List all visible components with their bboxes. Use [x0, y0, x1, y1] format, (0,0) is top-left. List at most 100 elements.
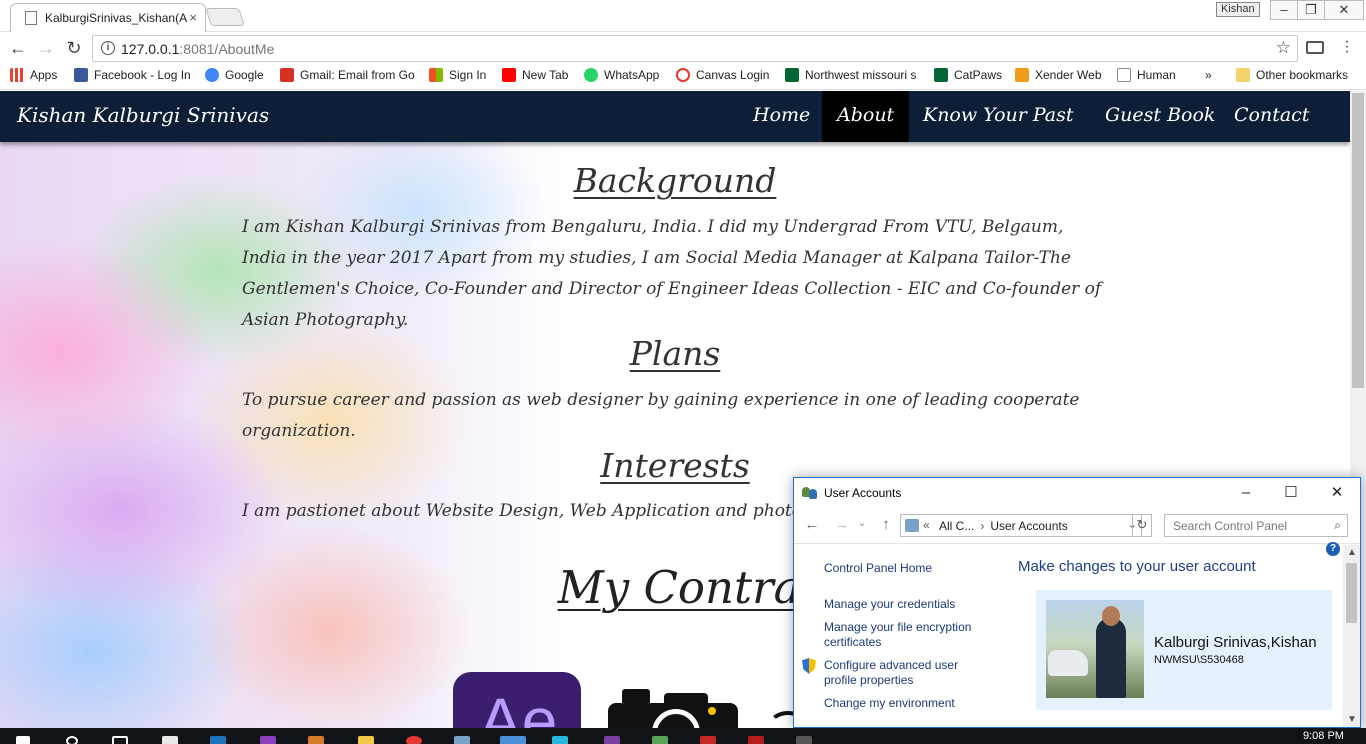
address-bar[interactable]: i 127.0.0.1:8081/AboutMe ☆	[92, 35, 1298, 62]
ua-forward-icon[interactable]: →	[832, 516, 852, 533]
profile-button[interactable]: Kishan	[1216, 2, 1260, 17]
app-icon[interactable]	[796, 736, 812, 744]
bookmark-facebook[interactable]: Facebook - Log In	[74, 68, 191, 82]
search-icon[interactable]	[66, 736, 78, 744]
ua-breadcrumb[interactable]: « All C... › User Accounts ⌄	[900, 514, 1142, 537]
ua-titlebar[interactable]: User Accounts – ☐ ✕	[794, 478, 1360, 508]
account-name: Kalburgi Srinivas,Kishan	[1154, 634, 1317, 651]
task-view-icon[interactable]	[112, 736, 128, 744]
back-icon[interactable]: ←	[6, 36, 30, 60]
restore-icon[interactable]: ❐	[1297, 0, 1325, 20]
nav-contact[interactable]: Contact	[1219, 91, 1324, 142]
ua-history-icon[interactable]: ⌄	[852, 516, 872, 529]
browser-tab[interactable]: KalburgiSrinivas_Kishan(A ×	[10, 3, 206, 32]
bookmark-whatsapp[interactable]: WhatsApp	[584, 68, 659, 82]
reload-icon[interactable]: ↻	[62, 36, 86, 60]
account-domain: NWMSU\S530468	[1154, 654, 1244, 666]
ua-minimize-icon[interactable]: –	[1231, 482, 1261, 504]
bookmark-google[interactable]: Google	[205, 68, 264, 82]
scroll-up-icon[interactable]: ▲	[1347, 547, 1357, 558]
bookmark-new-tab[interactable]: New Tab	[502, 68, 568, 82]
ua-maximize-icon[interactable]: ☐	[1276, 482, 1306, 504]
app-icon[interactable]	[210, 736, 226, 744]
app-icon[interactable]	[552, 736, 568, 744]
cast-icon[interactable]	[1306, 41, 1324, 54]
shield-icon	[802, 658, 816, 674]
nav-know-your-past[interactable]: Know Your Past	[908, 91, 1089, 142]
help-icon[interactable]: ?	[1326, 542, 1340, 556]
link-change-environment[interactable]: Change my environment	[824, 696, 984, 711]
ua-close-icon[interactable]: ✕	[1322, 482, 1352, 504]
taskbar-clock[interactable]: 9:08 PM	[1303, 730, 1344, 742]
new-tab-button[interactable]	[205, 8, 245, 26]
link-file-encryption[interactable]: Manage your file encryption certificates	[824, 620, 984, 650]
bookmark-catpaws[interactable]: CatPaws	[934, 68, 1002, 82]
catpaws-icon	[934, 68, 948, 82]
windows-start-icon[interactable]	[16, 736, 30, 744]
tab-title: KalburgiSrinivas_Kishan(A	[45, 11, 188, 25]
bookmark-canvas[interactable]: Canvas Login	[676, 68, 769, 82]
breadcrumb-current[interactable]: User Accounts	[990, 519, 1067, 533]
canvas-icon	[676, 68, 690, 82]
page-scrollbar-thumb[interactable]	[1352, 93, 1364, 388]
folder-icon[interactable]	[358, 736, 374, 744]
site-brand[interactable]: Kishan Kalburgi Srinivas	[17, 103, 269, 127]
other-bookmarks[interactable]: Other bookmarks	[1236, 68, 1348, 82]
minimize-icon[interactable]: –	[1270, 0, 1298, 20]
bookmarks-overflow[interactable]: »	[1205, 68, 1212, 82]
link-control-panel-home[interactable]: Control Panel Home	[824, 561, 984, 576]
bookmark-star-icon[interactable]: ☆	[1276, 38, 1291, 58]
app-icon[interactable]	[604, 736, 620, 744]
ua-scrollbar-thumb[interactable]	[1346, 563, 1357, 623]
bookmark-gmail[interactable]: Gmail: Email from Go	[280, 68, 415, 82]
browser-titlebar: KalburgiSrinivas_Kishan(A × Kishan – ❐ ✕	[0, 0, 1366, 32]
bookmark-apps[interactable]: Apps	[10, 68, 57, 82]
after-effects-logo: Ae	[453, 672, 581, 728]
search-icon[interactable]: ⌕	[1334, 518, 1341, 533]
gmail-icon	[280, 68, 294, 82]
app-icon[interactable]	[308, 736, 324, 744]
nav-about[interactable]: About	[822, 91, 910, 142]
nav-guest-book[interactable]: Guest Book	[1090, 91, 1230, 142]
chrome-icon[interactable]	[406, 736, 422, 744]
url-text[interactable]: 127.0.0.1:8081/AboutMe	[121, 41, 274, 57]
forward-icon[interactable]: →	[34, 36, 58, 60]
app-icon[interactable]	[700, 736, 716, 744]
menu-icon[interactable]: · · ·	[1340, 34, 1354, 60]
app-icon[interactable]	[500, 736, 526, 744]
app-icon[interactable]	[454, 736, 470, 744]
info-icon[interactable]: i	[101, 41, 115, 55]
app-icon[interactable]	[652, 736, 668, 744]
app-icon[interactable]	[748, 736, 764, 744]
whatsapp-icon	[584, 68, 598, 82]
tab-close-icon[interactable]: ×	[189, 10, 197, 25]
bookmark-human[interactable]: Human	[1117, 68, 1176, 82]
ua-scrollbar[interactable]: ▲ ▼	[1343, 545, 1360, 727]
ua-search-input[interactable]: Search Control Panel ⌕	[1164, 514, 1348, 537]
northwest-icon	[785, 68, 799, 82]
youtube-icon	[502, 68, 516, 82]
ua-back-icon[interactable]: ←	[802, 516, 822, 533]
bookmark-sign-in[interactable]: Sign In	[429, 68, 486, 82]
nav-home[interactable]: Home	[738, 91, 825, 142]
account-card: Kalburgi Srinivas,Kishan NWMSU\S530468	[1036, 590, 1332, 710]
interests-text: I am pastionet about Website Design, Web…	[242, 501, 802, 521]
avatar[interactable]	[1046, 600, 1144, 698]
app-icon[interactable]	[260, 736, 276, 744]
browser-toolbar: ← → ↻ i 127.0.0.1:8081/AboutMe ☆ · · ·	[0, 33, 1366, 63]
close-window-icon[interactable]: ✕	[1324, 0, 1364, 20]
xender-icon	[1015, 68, 1029, 82]
link-advanced-profile[interactable]: Configure advanced user profile properti…	[824, 658, 984, 688]
link-manage-credentials[interactable]: Manage your credentials	[824, 597, 984, 612]
bookmark-xender[interactable]: Xender Web	[1015, 68, 1102, 82]
ua-window-title: User Accounts	[824, 486, 902, 500]
ua-refresh-icon[interactable]: ↻	[1132, 514, 1152, 537]
breadcrumb-parent[interactable]: All C...	[939, 519, 974, 533]
background-text: I am Kishan Kalburgi Srinivas from Benga…	[242, 217, 1102, 330]
scroll-down-icon[interactable]: ▼	[1347, 714, 1357, 725]
app-icon[interactable]	[162, 736, 178, 744]
bookmark-northwest[interactable]: Northwest missouri s	[785, 68, 916, 82]
folder-icon	[1236, 68, 1250, 82]
facebook-icon	[74, 68, 88, 82]
ua-up-icon[interactable]: ↑	[876, 516, 896, 533]
